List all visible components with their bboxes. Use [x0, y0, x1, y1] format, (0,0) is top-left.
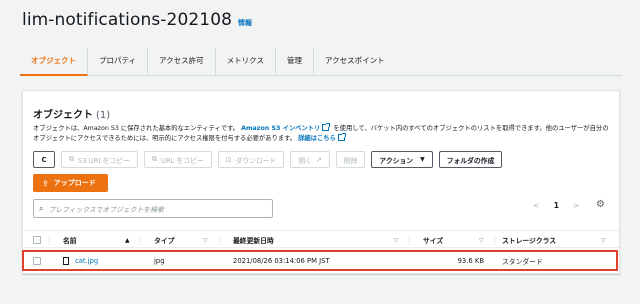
- row-checkbox[interactable]: [33, 252, 41, 269]
- table-row[interactable]: cat.jpg jpg 2021/08/26 03:14:06 PM JST 9…: [22, 250, 618, 271]
- tab-bar: オブジェクト プロパティ アクセス許可 メトリクス 管理 アクセスポイント: [20, 48, 622, 76]
- copy-icon: ⧉: [151, 155, 157, 163]
- bucket-title: lim-notifications-202108: [22, 10, 233, 30]
- open-label: 開く: [298, 156, 312, 165]
- delete-button[interactable]: 削除: [335, 151, 366, 168]
- actions-button[interactable]: アクション ▼: [371, 151, 433, 168]
- download-label: ダウンロード: [235, 156, 277, 165]
- sort-icon[interactable]: ▽: [479, 231, 484, 249]
- sort-icon[interactable]: ▽: [203, 231, 208, 249]
- copy-s3-uri-button[interactable]: ⧉ S3 URI をコピー: [61, 151, 138, 168]
- tab-permissions[interactable]: アクセス許可: [148, 48, 216, 76]
- refresh-button[interactable]: C: [33, 151, 55, 168]
- objects-panel: オブジェクト (1) オブジェクトは、Amazon S3 に保存された基本的なエン…: [22, 90, 620, 274]
- external-link-icon[interactable]: [337, 133, 346, 141]
- objects-heading: オブジェクト (1): [33, 106, 110, 121]
- upload-button[interactable]: ⇪ アップロード: [33, 174, 108, 192]
- object-type: jpg: [154, 256, 165, 265]
- refresh-icon: C: [41, 155, 47, 164]
- search-input[interactable]: ⌕ プレフィックスでオブジェクトを検索: [33, 199, 273, 218]
- objects-heading-label: オブジェクト: [33, 110, 93, 121]
- object-name[interactable]: cat.jpg: [75, 257, 98, 265]
- page-header: lim-notifications-202108 情報: [22, 10, 252, 30]
- gear-icon[interactable]: ⚙: [596, 199, 605, 210]
- search-icon: ⌕: [39, 203, 44, 213]
- upload-icon: ⇪: [42, 178, 49, 188]
- checkbox[interactable]: [33, 236, 41, 244]
- table-header: 名前 ▲ タイプ ▽ 最終更新日時 ▽ サイズ ▽ ストレージクラス ▽: [23, 230, 619, 248]
- create-folder-button[interactable]: フォルダの作成: [438, 151, 503, 168]
- info-link[interactable]: 情報: [238, 18, 252, 28]
- tab-properties[interactable]: プロパティ: [88, 48, 149, 76]
- download-button[interactable]: ⊡ ダウンロード: [217, 151, 285, 168]
- prev-page-icon[interactable]: <: [533, 201, 540, 210]
- sort-icon[interactable]: ▽: [394, 231, 399, 249]
- objects-description: オブジェクトは、Amazon S3 に保存された基本的なエンティティです。 Am…: [33, 123, 613, 144]
- copy-url-label: URL をコピー: [160, 156, 204, 165]
- learn-more-link[interactable]: 詳細はこちら: [298, 135, 336, 142]
- search-placeholder: プレフィックスでオブジェクトを検索: [48, 205, 164, 214]
- object-storage-class: スタンダード: [502, 257, 543, 266]
- object-modified: 2021/08/26 03:14:06 PM JST: [233, 256, 330, 265]
- object-size: 93.6 KB: [457, 256, 484, 265]
- column-divider: [409, 235, 410, 245]
- column-divider: [140, 235, 141, 245]
- open-button[interactable]: 開く ↗: [290, 151, 330, 168]
- next-page-icon[interactable]: >: [573, 201, 580, 210]
- object-link[interactable]: cat.jpg: [63, 256, 98, 265]
- column-divider: [219, 235, 220, 245]
- copy-icon: ⧉: [69, 155, 74, 163]
- file-icon: [63, 256, 69, 265]
- tab-objects[interactable]: オブジェクト: [20, 48, 88, 76]
- create-folder-label: フォルダの作成: [446, 156, 495, 165]
- tab-access-points[interactable]: アクセスポイント: [314, 48, 396, 76]
- toolbar: C ⧉ S3 URI をコピー ⧉ URL をコピー ⊡ ダウンロード 開く ↗ 削除 …: [33, 151, 503, 168]
- inventory-link[interactable]: Amazon S3 インベントリ: [241, 125, 320, 132]
- sort-icon[interactable]: ▽: [601, 231, 606, 249]
- column-type[interactable]: タイプ: [154, 231, 174, 249]
- external-link-icon[interactable]: [322, 123, 331, 131]
- select-all-checkbox[interactable]: [33, 231, 41, 249]
- checkbox[interactable]: [33, 256, 41, 265]
- column-name[interactable]: 名前: [63, 231, 77, 249]
- upload-label: アップロード: [53, 179, 96, 187]
- column-size[interactable]: サイズ: [423, 231, 443, 249]
- actions-label: アクション: [379, 156, 414, 165]
- object-name-cell: cat.jpg: [63, 252, 98, 269]
- tab-management[interactable]: 管理: [276, 48, 314, 76]
- tab-metrics[interactable]: メトリクス: [216, 48, 276, 76]
- copy-url-button[interactable]: ⧉ URL をコピー: [143, 151, 212, 168]
- pagination: < 1 >: [533, 201, 580, 210]
- column-divider: [494, 235, 495, 245]
- current-page[interactable]: 1: [554, 201, 559, 210]
- delete-label: 削除: [343, 156, 358, 165]
- description-text-1: オブジェクトは、Amazon S3 に保存された基本的なエンティティです。: [33, 125, 240, 132]
- column-storage-class[interactable]: ストレージクラス: [502, 231, 556, 249]
- objects-count: (1): [96, 110, 111, 121]
- download-icon: ⊡: [225, 155, 232, 164]
- external-link-icon: ↗: [315, 155, 322, 164]
- caret-down-icon: ▼: [420, 156, 425, 163]
- copy-s3-uri-label: S3 URI をコピー: [78, 156, 130, 165]
- sort-up-icon[interactable]: ▲: [125, 231, 130, 249]
- column-divider: [49, 235, 50, 245]
- column-modified[interactable]: 最終更新日時: [233, 231, 274, 249]
